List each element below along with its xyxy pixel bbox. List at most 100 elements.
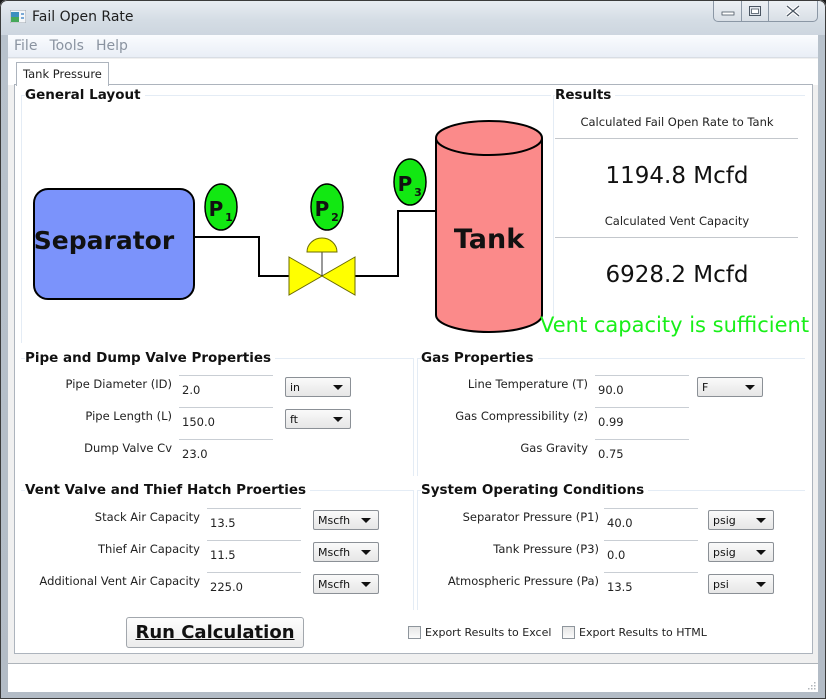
gas-gravity-label: Gas Gravity (520, 441, 588, 455)
additional-vent-air-label: Additional Vent Air Capacity (39, 574, 200, 588)
selected-unit: psig (713, 546, 736, 559)
close-button[interactable] (769, 0, 817, 21)
group-border (553, 95, 554, 317)
svg-text:2: 2 (331, 211, 339, 224)
menu-help[interactable]: Help (90, 38, 134, 54)
group-border (413, 490, 414, 610)
menu-tools[interactable]: Tools (43, 38, 90, 54)
gas-gravity-input[interactable] (595, 439, 689, 461)
stack-air-capacity-label: Stack Air Capacity (94, 510, 200, 524)
resize-grip-icon[interactable] (806, 680, 816, 690)
dropdown-arrow-icon (756, 582, 766, 587)
minimize-icon (721, 11, 734, 15)
gas-compressibility-label: Gas Compressibility (z) (455, 409, 588, 423)
svg-text:P: P (209, 197, 224, 221)
vent-properties-title: Vent Valve and Thief Hatch Proerties (25, 482, 311, 498)
pipe-length-input[interactable] (179, 407, 273, 429)
tab-strip: Tank Pressure (8, 59, 818, 86)
tank-pressure-label: Tank Pressure (P3) (493, 542, 599, 556)
line-temperature-input[interactable] (595, 375, 689, 397)
stack-air-unit-select[interactable]: Mscfh (313, 510, 379, 530)
pipe-diameter-unit-select[interactable]: in (285, 377, 351, 397)
vent-capacity-label: Calculated Vent Capacity (604, 214, 750, 228)
atmospheric-pressure-input[interactable] (604, 572, 698, 594)
export-excel-checkbox[interactable] (408, 626, 421, 639)
atmospheric-pressure-label: Atmospheric Pressure (Pa) (447, 574, 599, 588)
selected-unit: psi (713, 578, 729, 591)
dropdown-arrow-icon (361, 582, 371, 587)
tab-tank-pressure[interactable]: Tank Pressure (16, 62, 109, 86)
maximize-icon (749, 5, 761, 16)
pipe-length-label: Pipe Length (L) (85, 409, 172, 423)
temperature-unit-select[interactable]: F (697, 377, 763, 397)
separator-pressure-input[interactable] (604, 508, 698, 530)
thief-air-capacity-input[interactable] (207, 540, 301, 562)
tank-top (435, 120, 543, 156)
caption-buttons (713, 0, 818, 22)
close-icon (785, 4, 801, 17)
results-title: Results (555, 87, 616, 103)
separator-pressure-label: Separator Pressure (P1) (462, 510, 599, 524)
tank-pressure-unit-select[interactable]: psig (708, 542, 774, 562)
vent-status-message: Vent capacity is sufficient (540, 313, 810, 337)
general-layout-title: General Layout (25, 87, 145, 103)
separator-pressure-unit-select[interactable]: psig (708, 510, 774, 530)
pipe-length-unit-select[interactable]: ft (285, 409, 351, 429)
menu-file[interactable]: File (8, 38, 43, 54)
pipe-separator-to-valve (185, 236, 292, 277)
dropdown-arrow-icon (745, 385, 755, 390)
selected-unit: in (290, 381, 301, 394)
minimize-button[interactable] (714, 0, 742, 21)
process-diagram: Separator Tank P 1 P 2 P 3 (33, 120, 543, 333)
additional-vent-unit-select[interactable]: Mscfh (313, 574, 379, 594)
export-html-label[interactable]: Export Results to HTML (579, 626, 707, 639)
fail-open-rate-value: 1194.8 Mcfd (605, 163, 749, 189)
title-bar[interactable]: Fail Open Rate (0, 0, 826, 35)
dump-valve-cv-label: Dump Valve Cv (84, 441, 172, 455)
svg-text:3: 3 (414, 186, 422, 199)
export-excel-label[interactable]: Export Results to Excel (425, 626, 551, 639)
app-window: Fail Open Rate File Tools Help Tank Pres… (0, 0, 826, 699)
separator-label: Separator (34, 226, 175, 255)
gauge-p3: P 3 (393, 158, 427, 206)
tank-label: Tank (454, 224, 525, 255)
selected-unit: Mscfh (318, 546, 351, 559)
gas-properties-title: Gas Properties (421, 350, 538, 366)
selected-unit: Mscfh (318, 514, 351, 527)
pipe-diameter-label: Pipe Diameter (ID) (65, 377, 172, 391)
valve-body-right (320, 256, 356, 296)
selected-unit: ft (290, 413, 298, 426)
group-border (417, 490, 418, 610)
export-html-checkbox[interactable] (562, 626, 575, 639)
tank-pressure-input[interactable] (604, 540, 698, 562)
stack-air-capacity-input[interactable] (207, 508, 301, 530)
status-bar (8, 663, 818, 692)
dropdown-arrow-icon (361, 550, 371, 555)
thief-air-unit-select[interactable]: Mscfh (313, 542, 379, 562)
client-area: File Tools Help Tank Pressure General La… (8, 35, 818, 692)
pipe-properties-title: Pipe and Dump Valve Properties (25, 350, 276, 366)
pipe-diameter-input[interactable] (179, 375, 273, 397)
selected-unit: Mscfh (318, 578, 351, 591)
tab-panel-tank-pressure: General Layout Separator Tank P 1 P 2 P … (14, 84, 813, 654)
svg-text:P: P (398, 172, 413, 196)
atmospheric-pressure-unit-select[interactable]: psi (708, 574, 774, 594)
group-border (21, 95, 22, 343)
run-calculation-button[interactable]: Run Calculation (126, 617, 304, 648)
dropdown-arrow-icon (333, 385, 343, 390)
svg-text:1: 1 (225, 211, 233, 224)
dropdown-arrow-icon (756, 518, 766, 523)
line-temperature-label: Line Temperature (T) (467, 377, 588, 391)
results-separator (555, 138, 798, 139)
fail-open-rate-label: Calculated Fail Open Rate to Tank (580, 115, 774, 129)
dump-valve-cv-input[interactable] (179, 439, 273, 461)
dropdown-arrow-icon (333, 417, 343, 422)
maximize-button[interactable] (742, 0, 769, 21)
additional-vent-air-input[interactable] (207, 572, 301, 594)
group-border (413, 358, 414, 476)
dropdown-arrow-icon (756, 550, 766, 555)
pipe-valve-to-tank (352, 210, 437, 277)
menu-bar: File Tools Help (8, 35, 818, 58)
gas-compressibility-input[interactable] (595, 407, 689, 429)
system-conditions-title: System Operating Conditions (421, 482, 649, 498)
